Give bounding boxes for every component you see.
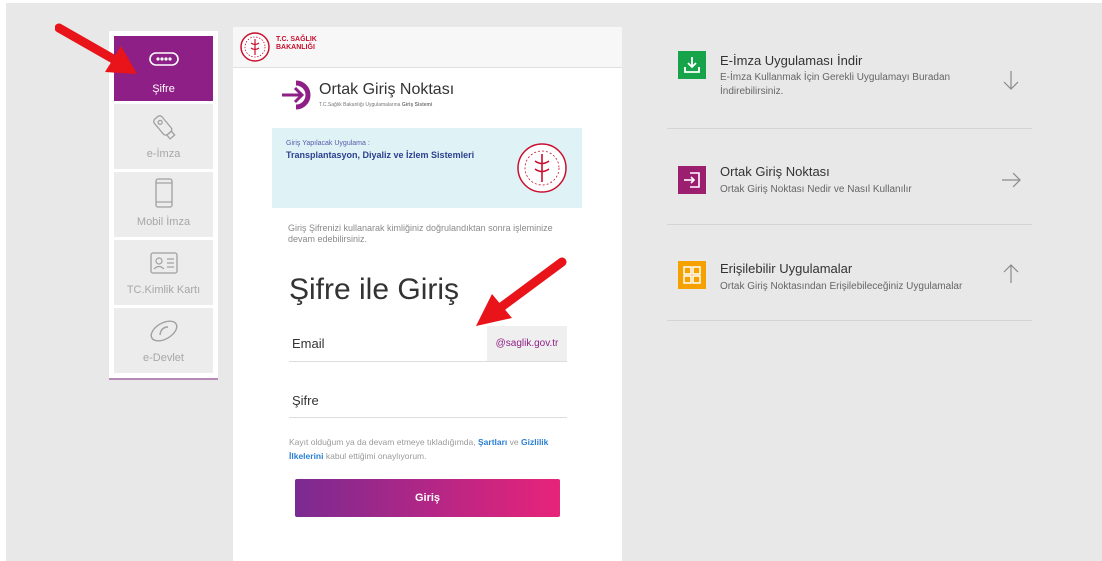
terms-link[interactable]: Şartları (478, 437, 507, 447)
method-id-card[interactable]: TC.Kimlik Kartı (114, 240, 213, 305)
ortak-giris-title: Ortak Giriş Noktası (720, 164, 830, 179)
frame-left (0, 0, 6, 561)
target-app-name: Transplantasyon, Diyaliz ve İzlem Sistem… (286, 150, 475, 160)
method-e-imza-label: e-İmza (146, 148, 181, 160)
method-mobile-signature[interactable]: Mobil İmza (114, 172, 213, 237)
download-title: E-İmza Uygulaması İndir (720, 53, 863, 68)
download-e-imza-item[interactable]: E-İmza Uygulaması İndir E-İmza Kullanmak… (667, 32, 1032, 129)
method-password-label: Şifre (152, 83, 175, 95)
ortak-giris-desc: Ortak Giriş Noktası Nedir ve Nasıl Kulla… (720, 184, 912, 195)
password-placeholder: Şifre (292, 393, 319, 408)
accessible-apps-desc: Ortak Giriş Noktasından Erişilebileceğin… (720, 281, 963, 292)
ministry-name: T.C. SAĞLIK BAKANLIĞI (276, 36, 317, 51)
page-title: Şifre ile Giriş (289, 273, 460, 306)
accessible-apps-item[interactable]: Erişilebilir Uygulamalar Ortak Giriş Nok… (667, 224, 1032, 321)
ogn-logo-icon (280, 79, 316, 116)
email-placeholder: Email (292, 336, 325, 351)
brand-title: Ortak Giriş Noktası (319, 81, 455, 98)
login-method-sidebar: Şifre e-İmza Mobil İmza TC.Kimlik Kartı … (109, 31, 218, 380)
download-icon (678, 51, 706, 79)
annotation-arrow-icon (476, 257, 567, 326)
id-card-icon (114, 250, 213, 276)
brand-subtitle: T.C.Sağlık Bakanlığı Uygulamalarına Giri… (319, 102, 433, 108)
login-button[interactable]: Giriş (295, 479, 560, 517)
arrow-up-icon (1003, 264, 1019, 283)
ortak-giris-item[interactable]: Ortak Giriş Noktası Ortak Giriş Noktası … (667, 128, 1032, 225)
password-field[interactable]: Şifre (289, 385, 567, 418)
target-app-label: Giriş Yapılacak Uygulama : (286, 140, 370, 147)
card-header: T.C. SAĞLIK BAKANLIĞI (233, 27, 622, 68)
e-devlet-logo-icon (114, 318, 213, 344)
method-e-imza[interactable]: e-İmza (114, 104, 213, 169)
method-mobile-signature-label: Mobil İmza (136, 216, 191, 228)
arrow-down-icon (1003, 71, 1019, 90)
target-application-box: Giriş Yapılacak Uygulama : Transplantasy… (272, 128, 582, 208)
method-e-devlet-label: e-Devlet (143, 352, 184, 364)
usb-token-icon (114, 114, 213, 140)
download-desc: E-İmza Kullanmak İçin Gerekli Uygulamayı… (720, 72, 951, 97)
sign-in-icon (678, 166, 706, 194)
frame-top (0, 0, 1102, 3)
info-text: Giriş Şifrenizi kullanarak kimliğiniz do… (288, 223, 553, 244)
ministry-seal-icon (516, 142, 568, 199)
method-id-card-label: TC.Kimlik Kartı (126, 284, 201, 296)
method-e-devlet[interactable]: e-Devlet (114, 308, 213, 373)
terms-text: Kayıt olduğum ya da devam etmeye tıkladı… (289, 437, 549, 461)
accessible-apps-title: Erişilebilir Uygulamalar (720, 261, 853, 276)
arrow-right-icon (1002, 172, 1021, 188)
annotation-arrow-icon (55, 23, 137, 74)
apps-grid-icon (678, 261, 706, 289)
mobile-phone-icon (114, 178, 213, 208)
ministry-logo-icon (239, 31, 271, 68)
